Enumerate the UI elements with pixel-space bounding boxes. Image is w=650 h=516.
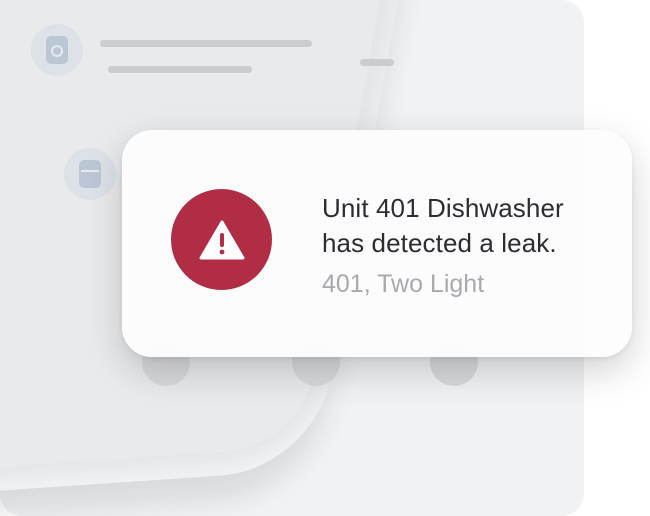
notification-location: 401, Two Light (322, 270, 485, 298)
notification-title-line-2: has detected a leak. (322, 228, 557, 258)
alert-badge (171, 189, 272, 290)
placeholder-line (100, 40, 312, 47)
fridge-icon-container (64, 148, 116, 200)
placeholder-line (108, 66, 252, 73)
leak-notification-card[interactable]: Unit 401 Dishwasher has detected a leak.… (122, 130, 632, 357)
washer-icon-container (31, 24, 83, 76)
placeholder-line (360, 59, 394, 66)
washer-icon (46, 36, 68, 64)
fridge-icon (79, 160, 101, 188)
hero-illustration: Unit 401 Dishwasher has detected a leak.… (0, 0, 650, 516)
warning-triangle-icon (199, 220, 244, 259)
notification-title-line-1: Unit 401 Dishwasher (322, 193, 564, 223)
notification-title: Unit 401 Dishwasher has detected a leak. (322, 191, 612, 261)
